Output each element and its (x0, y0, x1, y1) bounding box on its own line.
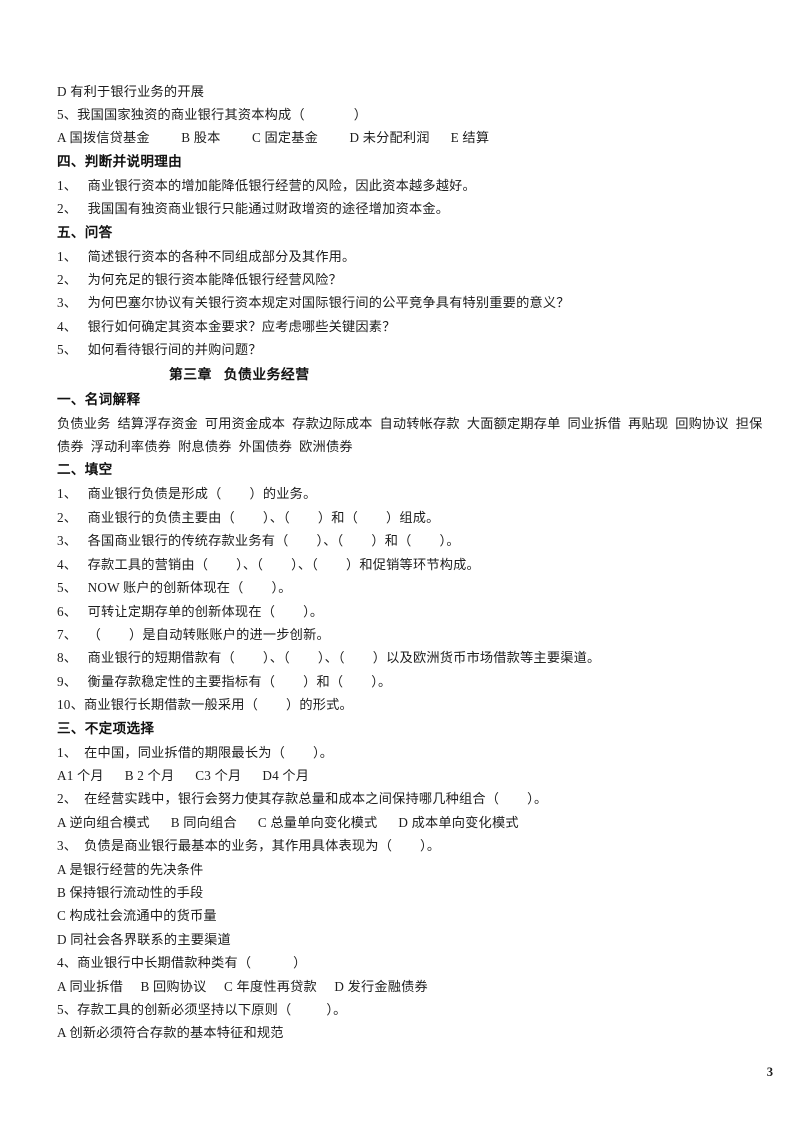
page-content: D 有利于银行业务的开展 5、我国国家独资的商业银行其资本构成（ ） A 国拨信… (57, 80, 763, 1045)
carryover-question-5: 5、我国国家独资的商业银行其资本构成（ ） (57, 107, 368, 123)
chapter-title: 第三章 负债业务经营 (169, 366, 310, 382)
section-five-item-4: 4、 银行如何确定其资本金要求？应考虑哪些关键因素？ (57, 318, 396, 334)
mc-question-3-option-b: B 保持银行流动性的手段 (57, 884, 204, 900)
mc-question-3-option-a: A 是银行经营的先决条件 (57, 861, 204, 877)
section-heading-vocabulary: 一、名词解释 (57, 391, 141, 407)
carryover-option-d: D 有利于银行业务的开展 (57, 84, 205, 99)
section-five-item-3: 3、 为何巴塞尔协议有关银行资本规定对国际银行间的公平竞争具有特别重要的意义？ (57, 295, 570, 311)
fill-in-blank-item-9: 9、 衡量存款稳定性的主要指标有（ ）和（ ）。 (57, 673, 392, 689)
section-five-item-5: 5、 如何看待银行间的并购问题？ (57, 342, 262, 358)
mc-question-1-options: A1 个月 B 2 个月 C3 个月 D4 个月 (57, 767, 310, 783)
page-number: 3 (766, 1065, 773, 1079)
mc-question-4-stem: 4、商业银行中长期借款种类有（ ） (57, 955, 307, 971)
fill-in-blank-item-6: 6、 可转让定期存单的创新体现在（ ）。 (57, 603, 324, 619)
mc-question-2-options: A 逆向组合模式 B 同向组合 C 总量单向变化模式 D 成本单向变化模式 (57, 814, 519, 830)
fill-in-blank-item-10: 10、商业银行长期借款一般采用（ ）的形式。 (57, 697, 353, 713)
fill-in-blank-item-8: 8、 商业银行的短期借款有（ ）、（ ）、（ ）以及欧洲货币市场借款等主要渠道。 (57, 650, 601, 666)
vocabulary-line-2: 债券 浮动利率债券 附息债券 外国债券 欧洲债券 (57, 439, 353, 455)
fill-in-blank-item-5: 5、 NOW 账户的创新体现在（ ）。 (57, 580, 292, 596)
mc-question-3-stem: 3、 负债是商业银行最基本的业务，其作用具体表现为（ ）。 (57, 838, 441, 854)
fill-in-blank-item-4: 4、 存款工具的营销由（ ）、（ ）、（ ）和促销等环节构成。 (57, 556, 480, 572)
mc-question-4-options: A 同业拆借 B 回购协议 C 年度性再贷款 D 发行金融债券 (57, 978, 428, 994)
mc-question-3-option-c: C 构成社会流通中的货币量 (57, 908, 217, 924)
mc-question-1-stem: 1、 在中国，同业拆借的期限最长为（ ）。 (57, 744, 334, 760)
vocabulary-line-1: 负债业务 结算浮存资金 可用资金成本 存款边际成本 自动转帐存款 大面额定期存单… (57, 415, 763, 431)
mc-question-5-stem: 5、存款工具的创新必须坚持以下原则（ ）。 (57, 1002, 347, 1017)
section-four-item-1: 1、 商业银行资本的增加能降低银行经营的风险，因此资本越多越好。 (57, 177, 476, 193)
document-page: D 有利于银行业务的开展 5、我国国家独资的商业银行其资本构成（ ） A 国拨信… (0, 0, 800, 1132)
section-heading-multiple-choice: 三、不定项选择 (57, 720, 155, 736)
carryover-question-5-options: A 国拨信贷基金 B 股本 C 固定基金 D 未分配利润 E 结算 (57, 130, 490, 146)
section-heading-four: 四、判断并说明理由 (57, 153, 183, 169)
mc-question-5-option-a: A 创新必须符合存款的基本特征和规范 (57, 1025, 284, 1041)
fill-in-blank-item-1: 1、 商业银行负债是形成（ ）的业务。 (57, 486, 317, 502)
section-heading-five: 五、问答 (57, 224, 113, 240)
fill-in-blank-item-7: 7、 （ ）是自动转账账户的进一步创新。 (57, 626, 330, 642)
mc-question-3-option-d: D 同社会各界联系的主要渠道 (57, 931, 231, 947)
section-five-item-2: 2、 为何充足的银行资本能降低银行经营风险？ (57, 272, 343, 288)
section-five-item-1: 1、 简述银行资本的各种不同组成部分及其作用。 (57, 248, 356, 264)
section-four-item-2: 2、 我国国有独资商业银行只能通过财政增资的途径增加资本金。 (57, 201, 450, 217)
fill-in-blank-item-3: 3、 各国商业银行的传统存款业务有（ ）、（ ）和（ ）。 (57, 533, 460, 549)
section-heading-fill-in-blank: 二、填空 (57, 462, 113, 478)
mc-question-2-stem: 2、 在经营实践中，银行会努力使其存款总量和成本之间保持哪几种组合（ ）。 (57, 791, 548, 807)
fill-in-blank-item-2: 2、 商业银行的负债主要由（ ）、（ ）和（ ）组成。 (57, 509, 440, 525)
